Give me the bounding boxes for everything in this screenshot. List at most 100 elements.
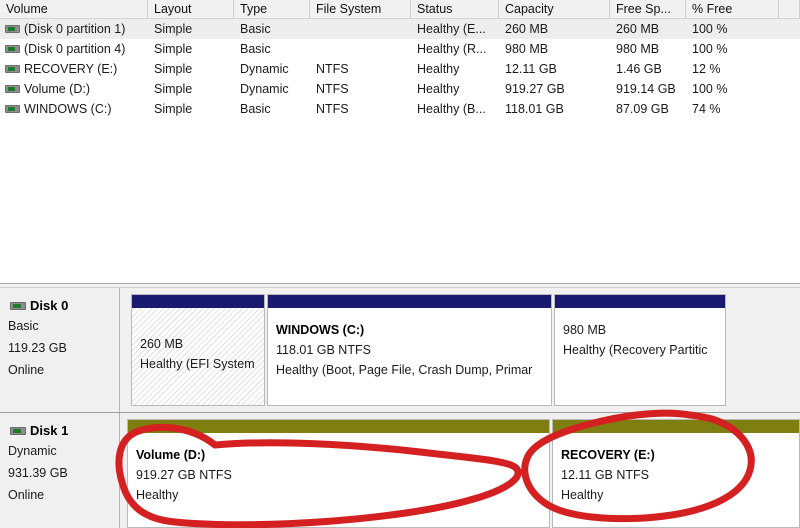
table-row[interactable]: (Disk 0 partition 4) Simple Basic Healthy (… [0, 39, 800, 59]
cell-file-system: NTFS [316, 62, 349, 76]
cell-status: Healthy (E... [417, 22, 486, 36]
partition-size: 12.11 GB NTFS [561, 468, 649, 482]
cell-status: Healthy (R... [417, 42, 487, 56]
volume-list[interactable]: Volume Layout Type File System Status Capacit… [0, 0, 800, 283]
cell-layout: Simple [154, 62, 193, 76]
partition-size: 260 MB [140, 337, 184, 351]
cell-capacity: 118.01 GB [505, 102, 564, 116]
cell-percent-free: 12 % [692, 62, 721, 76]
column-header-layout[interactable]: Layout [148, 0, 234, 18]
partition-color-bar [128, 420, 549, 433]
disk-row-0[interactable]: Disk 0 Basic 119.23 GB Online 260 MB Heal… [0, 288, 800, 413]
column-header-type[interactable]: Type [234, 0, 310, 18]
column-header-capacity[interactable]: Capacity [499, 0, 610, 18]
cell-type: Dynamic [240, 62, 289, 76]
partition-details: 980 MB Healthy (Recovery Partitic [555, 308, 725, 405]
disk-1-title: Disk 1 [8, 423, 119, 439]
disk-0-name: Disk 0 [30, 298, 69, 313]
disk-1-partitions[interactable]: Volume (D:) 919.27 GB NTFS Healthy RECOVERY… [121, 413, 800, 528]
cell-file-system [310, 39, 411, 59]
cell-free-space: 260 MB [616, 22, 660, 36]
disk-0-size: 119.23 GB [8, 341, 67, 355]
partition-label: Volume (D:) [136, 448, 206, 462]
table-row[interactable]: WINDOWS (C:) Simple Basic NTFS Healthy (B...… [0, 99, 800, 119]
partition-color-bar [268, 295, 551, 308]
cell-percent-free: 100 % [692, 82, 728, 96]
volume-list-header[interactable]: Volume Layout Type File System Status Capacit… [0, 0, 800, 19]
disk-0-type: Basic [8, 319, 39, 333]
disk-1-state: Online [8, 488, 45, 502]
column-header-volume[interactable]: Volume [0, 0, 148, 18]
partition-details: WINDOWS (C:) 118.01 GB NTFS Healthy (Boot,… [268, 308, 551, 405]
disk-icon [10, 427, 26, 435]
cell-free-space: 87.09 GB [616, 102, 669, 116]
partition-size: 118.01 GB NTFS [276, 343, 371, 357]
cell-file-system: NTFS [316, 102, 349, 116]
disk-0-title: Disk 0 [8, 298, 119, 314]
cell-capacity: 919.27 GB [505, 82, 565, 96]
graphical-disk-pane[interactable]: Disk 0 Basic 119.23 GB Online 260 MB Heal… [0, 288, 800, 528]
cell-free-space: 1.46 GB [616, 62, 662, 76]
disk-1-type: Dynamic [8, 444, 57, 458]
partition-details: Volume (D:) 919.27 GB NTFS Healthy [128, 433, 549, 527]
partition-color-bar [555, 295, 725, 308]
column-header-free[interactable]: % Free [686, 0, 779, 18]
cell-file-system: NTFS [316, 82, 349, 96]
cell-percent-free: 100 % [692, 22, 728, 36]
cell-volume: (Disk 0 partition 1) [24, 22, 126, 36]
disk-0-partitions[interactable]: 260 MB Healthy (EFI System WINDOWS (C:) 118… [121, 288, 728, 412]
cell-volume: RECOVERY (E:) [24, 62, 118, 76]
cell-percent-free: 74 % [692, 102, 721, 116]
column-header-free-sp[interactable]: Free Sp... [610, 0, 686, 18]
partition-block[interactable]: Volume (D:) 919.27 GB NTFS Healthy [127, 419, 550, 528]
partition-details: RECOVERY (E:) 12.11 GB NTFS Healthy [553, 433, 799, 527]
cell-type: Basic [240, 22, 271, 36]
partition-status: Healthy (Recovery Partitic [563, 343, 708, 357]
cell-layout: Simple [154, 82, 193, 96]
cell-capacity: 260 MB [505, 22, 549, 36]
disk-0-state: Online [8, 363, 45, 377]
cell-status: Healthy (B... [417, 102, 486, 116]
cell-layout: Simple [154, 22, 193, 36]
partition-status: Healthy (EFI System [140, 357, 255, 371]
cell-layout: Simple [154, 42, 193, 56]
column-header-file-system[interactable]: File System [310, 0, 411, 18]
cell-file-system [310, 19, 411, 39]
cell-volume: Volume (D:) [24, 82, 90, 96]
disk-0-info[interactable]: Disk 0 Basic 119.23 GB Online [0, 288, 120, 412]
partition-block[interactable]: 980 MB Healthy (Recovery Partitic [554, 294, 726, 406]
table-row[interactable]: Volume (D:) Simple Dynamic NTFS Healthy 919.2… [0, 79, 800, 99]
cell-status: Healthy [417, 62, 460, 76]
disk-1-info[interactable]: Disk 1 Dynamic 931.39 GB Online [0, 413, 120, 528]
cell-type: Basic [240, 102, 271, 116]
partition-block[interactable]: WINDOWS (C:) 118.01 GB NTFS Healthy (Boot,… [267, 294, 552, 406]
cell-layout: Simple [154, 102, 193, 116]
cell-percent-free: 100 % [692, 42, 728, 56]
cell-type: Basic [240, 42, 271, 56]
partition-label: RECOVERY (E:) [561, 448, 655, 462]
cell-free-space: 919.14 GB [616, 82, 676, 96]
disk-1-name: Disk 1 [30, 423, 69, 438]
disk-1-size: 931.39 GB [8, 466, 68, 480]
table-row[interactable]: (Disk 0 partition 1) Simple Basic Healthy (… [0, 19, 800, 39]
partition-status: Healthy [561, 488, 604, 502]
partition-block[interactable]: 260 MB Healthy (EFI System [131, 294, 265, 406]
volume-list-rows[interactable]: (Disk 0 partition 1) Simple Basic Healthy (… [0, 19, 800, 119]
partition-size: 980 MB [563, 323, 607, 337]
partition-status: Healthy [136, 488, 179, 502]
cell-volume: WINDOWS (C:) [24, 102, 112, 116]
partition-details: 260 MB Healthy (EFI System [132, 308, 264, 405]
disk-row-1[interactable]: Disk 1 Dynamic 931.39 GB Online Volume (… [0, 413, 800, 528]
cell-free-space: 980 MB [616, 42, 660, 56]
cell-status: Healthy [417, 82, 460, 96]
cell-volume: (Disk 0 partition 4) [24, 42, 126, 56]
disk-icon [10, 302, 26, 310]
column-header-spacer[interactable] [779, 0, 800, 18]
cell-type: Dynamic [240, 82, 289, 96]
table-row[interactable]: RECOVERY (E:) Simple Dynamic NTFS Healthy 12.… [0, 59, 800, 79]
cell-capacity: 12.11 GB [505, 62, 557, 76]
cell-capacity: 980 MB [505, 42, 549, 56]
column-header-status[interactable]: Status [411, 0, 499, 18]
partition-color-bar [553, 420, 799, 433]
partition-block[interactable]: RECOVERY (E:) 12.11 GB NTFS Healthy [552, 419, 800, 528]
